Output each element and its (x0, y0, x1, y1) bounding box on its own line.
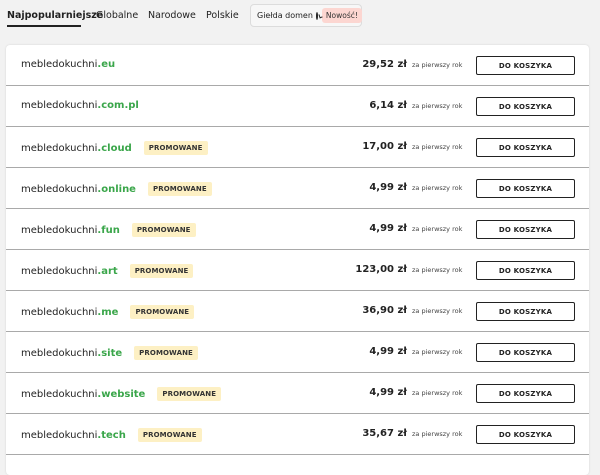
domain-label: mebledokuchni (21, 224, 98, 236)
domain-label: mebledokuchni (21, 429, 98, 441)
domain-name: mebledokuchni .online PROMOWANE (21, 182, 212, 196)
domain-row: mebledokuchni .tech PROMOWANE 35,67 zł za pi… (6, 414, 589, 455)
domain-label: mebledokuchni (21, 306, 98, 318)
domain-price: 29,52 zł (362, 59, 407, 70)
active-tab-indicator (7, 25, 81, 27)
domain-name: mebledokuchni .art PROMOWANE (21, 264, 194, 278)
add-to-cart-button[interactable]: DO KOSZYKA (476, 302, 575, 321)
domain-row: mebledokuchni .eu 29,52 zł za pierwszy rok D… (6, 45, 589, 86)
domain-label: mebledokuchni (21, 388, 98, 400)
domain-tld: .me (97, 306, 119, 318)
domain-label: mebledokuchni (21, 183, 98, 195)
promoted-badge: PROMOWANE (131, 223, 196, 237)
domain-row: mebledokuchni .fun PROMOWANE 4,99 zł za pier… (6, 209, 589, 250)
tab-polskie[interactable]: Polskie (206, 10, 239, 21)
domain-tld: .site (97, 347, 123, 359)
add-to-cart-button[interactable]: DO KOSZYKA (476, 97, 575, 116)
price-period: za pierwszy rok (412, 61, 463, 69)
domain-market-button[interactable]: Giełda domen Nowość! (250, 4, 362, 27)
tab-globalne[interactable]: Globalne (96, 10, 138, 21)
domain-name: mebledokuchni .com.pl (21, 100, 139, 111)
domain-tld: .online (97, 183, 136, 195)
domain-name: mebledokuchni .tech PROMOWANE (21, 428, 202, 442)
domain-name: mebledokuchni .eu (21, 59, 115, 70)
domain-row: mebledokuchni .site PROMOWANE 4,99 zł za pie… (6, 332, 589, 373)
domain-tld: .fun (97, 224, 120, 236)
promoted-badge: PROMOWANE (143, 141, 208, 155)
promoted-badge: PROMOWANE (130, 305, 195, 319)
domain-row: mebledokuchni .website PROMOWANE 4,99 zł za … (6, 373, 589, 414)
domain-list: mebledokuchni .eu 29,52 zł za pierwszy rok D… (6, 45, 589, 475)
tab-narodowe[interactable]: Narodowe (148, 10, 196, 21)
price-period: za pierwszy rok (412, 184, 463, 192)
domain-label: mebledokuchni (21, 265, 98, 277)
domain-row: mebledokuchni .cloud PROMOWANE 17,00 zł za p… (6, 127, 589, 168)
domain-price: 4,99 zł (369, 346, 407, 357)
domain-tld: .com.pl (97, 100, 139, 111)
add-to-cart-button[interactable]: DO KOSZYKA (476, 179, 575, 198)
domain-price: 35,67 zł (362, 428, 407, 439)
add-to-cart-button[interactable]: DO KOSZYKA (476, 261, 575, 280)
domain-price: 36,90 zł (362, 305, 407, 316)
domain-label: mebledokuchni (21, 142, 98, 154)
price-period: za pierwszy rok (412, 102, 463, 110)
domain-price: 17,00 zł (362, 141, 407, 152)
promoted-badge: PROMOWANE (134, 346, 198, 360)
domain-label: mebledokuchni (21, 347, 98, 359)
promoted-badge: PROMOWANE (137, 428, 202, 442)
domain-label: mebledokuchni (21, 100, 98, 111)
add-to-cart-button[interactable]: DO KOSZYKA (476, 138, 575, 157)
domain-name: mebledokuchni .fun PROMOWANE (21, 223, 196, 237)
price-period: za pierwszy rok (412, 266, 463, 274)
domain-price: 6,14 zł (369, 100, 407, 111)
add-to-cart-button[interactable]: DO KOSZYKA (476, 220, 575, 239)
domain-name: mebledokuchni .me PROMOWANE (21, 305, 195, 319)
domain-tld: .tech (97, 429, 126, 441)
clock-icon (315, 11, 318, 20)
price-period: za pierwszy rok (412, 143, 463, 151)
domain-tld: .art (97, 265, 118, 277)
domain-market-label: Giełda domen (257, 11, 313, 20)
domain-label: mebledokuchni (21, 59, 98, 70)
domain-row: mebledokuchni .me PROMOWANE 36,90 zł za pier… (6, 291, 589, 332)
new-badge: Nowość! (321, 8, 362, 23)
domain-price: 123,00 zł (355, 264, 407, 275)
add-to-cart-button[interactable]: DO KOSZYKA (476, 56, 575, 75)
domain-row: mebledokuchni .online PROMOWANE 4,99 zł za p… (6, 168, 589, 209)
tab-najpopularniejsze[interactable]: Najpopularniejsze (7, 10, 103, 21)
price-period: za pierwszy rok (412, 225, 463, 233)
domain-tld: .cloud (97, 142, 132, 154)
domain-tld: .website (97, 388, 146, 400)
promoted-badge: PROMOWANE (129, 264, 194, 278)
add-to-cart-button[interactable]: DO KOSZYKA (476, 425, 575, 444)
price-period: za pierwszy rok (412, 307, 463, 315)
price-period: za pierwszy rok (412, 430, 463, 438)
add-to-cart-button[interactable]: DO KOSZYKA (476, 384, 575, 403)
price-period: za pierwszy rok (412, 348, 463, 356)
add-to-cart-button[interactable]: DO KOSZYKA (476, 343, 575, 362)
domain-name: mebledokuchni .cloud PROMOWANE (21, 141, 208, 155)
domain-row: mebledokuchni .com.pl 6,14 zł za pierwszy r… (6, 86, 589, 127)
domain-price: 4,99 zł (369, 387, 407, 398)
promoted-badge: PROMOWANE (157, 387, 222, 401)
domain-price: 4,99 zł (369, 182, 407, 193)
promoted-badge: PROMOWANE (147, 182, 212, 196)
domain-price: 4,99 zł (369, 223, 407, 234)
domain-name: mebledokuchni .site PROMOWANE (21, 346, 198, 360)
price-period: za pierwszy rok (412, 389, 463, 397)
domain-tld: .eu (97, 59, 116, 70)
domain-name: mebledokuchni .website PROMOWANE (21, 387, 222, 401)
domain-category-tabs: Najpopularniejsze Globalne Narodowe Pols… (0, 0, 600, 36)
domain-row: mebledokuchni .art PROMOWANE 123,00 zł za pi… (6, 250, 589, 291)
